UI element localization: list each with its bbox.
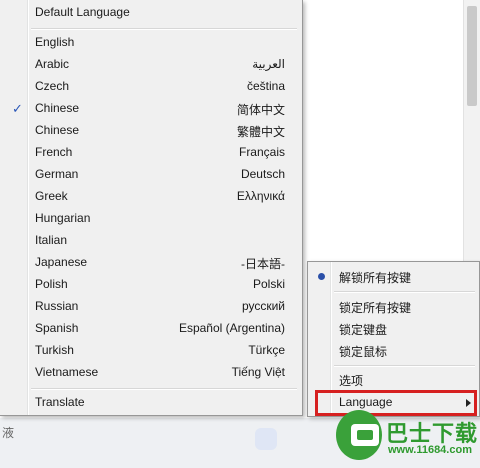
menu-item-native-name: русский [241, 299, 285, 313]
menu-item-native-name: Deutsch [240, 167, 285, 181]
watermark-url: www.11684.com [388, 444, 472, 456]
menu-item-polish[interactable]: Polish Polski [3, 274, 297, 296]
menu-item-label: Italian [35, 233, 68, 247]
background-text: 液 [2, 426, 15, 440]
menu-item-native-name: Polski [252, 277, 285, 291]
menu-item-unlock-all-keys[interactable]: 解锁所有按键 [310, 266, 477, 288]
menu-item-label: Vietnamese [35, 365, 99, 379]
menu-item-label: Translate [35, 395, 85, 409]
menu-item-label: English [35, 35, 75, 49]
menu-item-chinese-simplified[interactable]: ✓ Chinese 简体中文 [3, 98, 297, 120]
menu-item-native-name: čeština [246, 79, 285, 93]
scrollbar-thumb[interactable] [467, 6, 477, 106]
menu-item-label: 锁定鼠标 [339, 345, 388, 359]
menu-item-label: 锁定键盘 [339, 323, 388, 337]
menu-item-native-name: العربية [252, 57, 285, 71]
menu-item-japanese[interactable]: Japanese -日本語- [3, 252, 297, 274]
menu-item-czech[interactable]: Czech čeština [3, 76, 297, 98]
menu-separator [31, 28, 297, 30]
checkmark-icon: ✓ [12, 101, 23, 116]
menu-item-native-name: 繁體中文 [236, 125, 285, 139]
watermark-logo-icon [336, 410, 382, 460]
menu-item-default-language[interactable]: Default Language [3, 2, 297, 24]
menu-item-french[interactable]: French Français [3, 142, 297, 164]
menu-item-label: Arabic [35, 57, 70, 71]
menu-item-label: Chinese [35, 101, 80, 115]
menu-separator [334, 365, 475, 367]
menu-item-native-name: -日本語- [241, 257, 285, 271]
menu-item-translate[interactable]: Translate [3, 392, 297, 414]
menu-item-options[interactable]: 选项 [310, 369, 477, 391]
menu-item-chinese-traditional[interactable]: Chinese 繁體中文 [3, 120, 297, 142]
menu-item-english[interactable]: English [3, 32, 297, 54]
menu-item-label: Czech [35, 79, 70, 93]
background-scrollbar[interactable] [463, 0, 480, 262]
menu-item-native-name: Tiếng Việt [231, 365, 285, 379]
menu-item-label: Turkish [35, 343, 74, 357]
menu-item-turkish[interactable]: Turkish Türkçe [3, 340, 297, 362]
menu-item-native-name: 简体中文 [236, 103, 285, 117]
menu-item-label: French [35, 145, 73, 159]
menu-item-russian[interactable]: Russian русский [3, 296, 297, 318]
menu-item-label: Greek [35, 189, 68, 203]
menu-item-italian[interactable]: Italian [3, 230, 297, 252]
logo-slot-shape [357, 430, 373, 440]
menu-item-arabic[interactable]: Arabic العربية [3, 54, 297, 76]
menu-item-label: Russian [35, 299, 79, 313]
menu-item-spanish[interactable]: Spanish Español (Argentina) [3, 318, 297, 340]
menu-item-vietnamese[interactable]: Vietnamese Tiếng Việt [3, 362, 297, 384]
menu-item-label: 锁定所有按键 [339, 301, 412, 315]
menu-item-native-name: Ελληνικά [236, 189, 285, 203]
menu-item-lock-mouse[interactable]: 锁定鼠标 [310, 340, 477, 362]
watermark: 巴士下载 www.11684.com [330, 406, 480, 466]
menu-item-label: German [35, 167, 79, 181]
menu-item-label: Default Language [35, 5, 130, 19]
menu-separator [334, 291, 475, 293]
menu-item-label: 解锁所有按键 [339, 271, 412, 285]
background-icon [255, 428, 277, 450]
menu-item-lock-keyboard[interactable]: 锁定键盘 [310, 318, 477, 340]
menu-separator [31, 388, 297, 390]
menu-item-native-name: Español (Argentina) [178, 321, 285, 335]
menu-item-lock-all-keys[interactable]: 锁定所有按键 [310, 296, 477, 318]
menu-item-greek[interactable]: Greek Ελληνικά [3, 186, 297, 208]
menu-item-hungarian[interactable]: Hungarian [3, 208, 297, 230]
menu-item-label: Spanish [35, 321, 79, 335]
menu-item-label: Hungarian [35, 211, 91, 225]
menu-item-german[interactable]: German Deutsch [3, 164, 297, 186]
menu-item-label: Japanese [35, 255, 88, 269]
menu-item-label: 选项 [339, 374, 364, 388]
menu-item-native-name: Français [238, 145, 285, 159]
menu-item-native-name: Türkçe [248, 343, 285, 357]
language-menu: Default Language English Arabic العربية … [0, 0, 303, 416]
menu-item-label: Polish [35, 277, 68, 291]
menu-item-label: Chinese [35, 123, 80, 137]
radio-bullet-icon [318, 273, 325, 280]
